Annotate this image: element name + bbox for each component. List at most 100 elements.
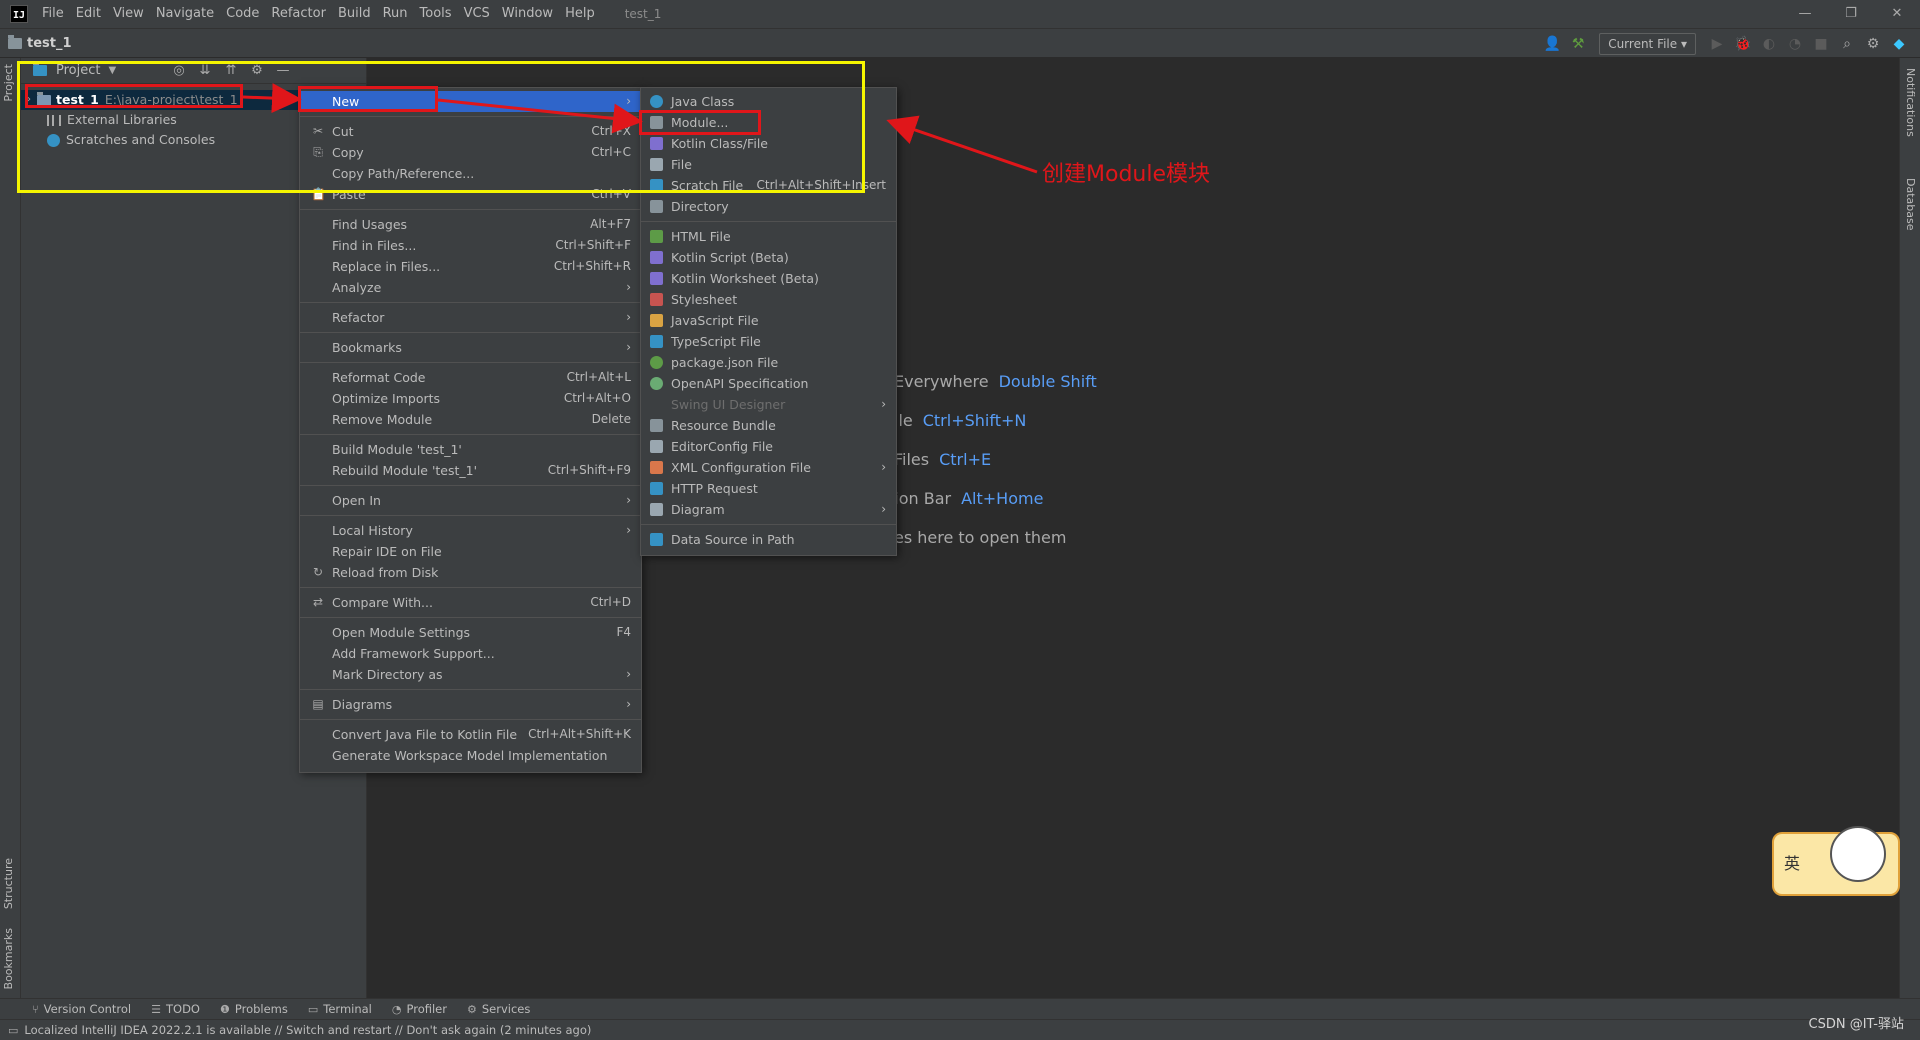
new-menu-item-data-source-in-path[interactable]: Data Source in Path — [641, 529, 896, 550]
tool-window-version-control[interactable]: ⑂ Version Control — [32, 1002, 131, 1016]
context-menu-item-build-module-test-1[interactable]: Build Module 'test_1' — [300, 439, 641, 460]
context-menu-item-convert-java-file-to-kotlin-file[interactable]: Convert Java File to Kotlin File Ctrl+Alt… — [300, 724, 641, 745]
ime-sticker-widget[interactable]: 英 — [1772, 826, 1900, 896]
new-menu-item-openapi-specification[interactable]: OpenAPI Specification — [641, 373, 896, 394]
context-menu-item-refactor[interactable]: Refactor › — [300, 307, 641, 328]
context-menu-item-repair-ide-on-file[interactable]: Repair IDE on File — [300, 541, 641, 562]
menu-code[interactable]: Code — [220, 0, 265, 28]
context-menu-item-compare-with[interactable]: ⇄ Compare With... Ctrl+D — [300, 592, 641, 613]
context-menu-item-diagrams[interactable]: ▤ Diagrams › — [300, 694, 641, 715]
kotlin-worksheet-beta-file-icon — [650, 272, 663, 285]
new-menu-item-diagram[interactable]: Diagram › — [641, 499, 896, 520]
context-menu-item-add-framework-support[interactable]: Add Framework Support... — [300, 643, 641, 664]
context-menu-item-generate-workspace-model-implementation[interactable]: Generate Workspace Model Implementation — [300, 745, 641, 766]
build-hammer-icon[interactable]: ⚒ — [1567, 33, 1589, 55]
menu-build[interactable]: Build — [332, 0, 377, 28]
new-menu-item-editorconfig-file[interactable]: EditorConfig File — [641, 436, 896, 457]
context-menu-item-reformat-code[interactable]: Reformat Code Ctrl+Alt+L — [300, 367, 641, 388]
tool-window-profiler[interactable]: ◔ Profiler — [392, 1002, 447, 1016]
settings-gear-icon[interactable]: ⚙ — [1862, 33, 1884, 55]
ime-mode-label: 英 — [1784, 854, 1801, 873]
new-menu-item-html-file[interactable]: HTML File — [641, 226, 896, 247]
directory-file-icon — [650, 200, 663, 213]
menu-run[interactable]: Run — [377, 0, 414, 28]
tool-window-problems[interactable]: ❶ Problems — [220, 1002, 288, 1016]
highlight-box-new-item — [298, 86, 438, 112]
stylesheet-file-icon — [650, 293, 663, 306]
new-menu-item-xml-configuration-file[interactable]: XML Configuration File › — [641, 457, 896, 478]
menu-help[interactable]: Help — [559, 0, 601, 28]
project-tool-tab[interactable]: Project — [2, 64, 15, 102]
tool-window-terminal[interactable]: ▭ Terminal — [308, 1002, 372, 1016]
new-menu-item-http-request[interactable]: HTTP Request — [641, 478, 896, 499]
database-tool-tab[interactable]: Database — [1904, 178, 1917, 231]
context-menu-item-analyze[interactable]: Analyze › — [300, 277, 641, 298]
context-menu-item-reload-from-disk[interactable]: ↻ Reload from Disk — [300, 562, 641, 583]
structure-tool-tab[interactable]: Structure — [2, 858, 15, 909]
menu-item-label: Reformat Code — [332, 370, 426, 385]
context-menu-item-bookmarks[interactable]: Bookmarks › — [300, 337, 641, 358]
new-menu-item-stylesheet[interactable]: Stylesheet — [641, 289, 896, 310]
kotlin-script-beta-file-icon — [650, 251, 663, 264]
notification-icon[interactable]: ▭ — [8, 1024, 18, 1037]
notifications-tool-tab[interactable]: Notifications — [1904, 68, 1917, 137]
close-window-button[interactable]: ✕ — [1874, 0, 1920, 28]
bookmarks-tool-tab[interactable]: Bookmarks — [2, 928, 15, 989]
new-menu-item-kotlin-script-beta[interactable]: Kotlin Script (Beta) — [641, 247, 896, 268]
menu-edit[interactable]: Edit — [70, 0, 107, 28]
new-menu-item-directory[interactable]: Directory — [641, 196, 896, 217]
stop-icon[interactable]: ■ — [1810, 33, 1832, 55]
context-menu-item-remove-module[interactable]: Remove Module Delete — [300, 409, 641, 430]
menu-item-label: Find in Files... — [332, 238, 417, 253]
context-menu-item-open-module-settings[interactable]: Open Module Settings F4 — [300, 622, 641, 643]
run-icon[interactable]: ▶ — [1706, 33, 1728, 55]
menu-item-shortcut: Ctrl+Shift+F — [555, 238, 631, 252]
user-icon[interactable]: 👤 — [1541, 33, 1563, 55]
new-menu-item-kotlin-worksheet-beta[interactable]: Kotlin Worksheet (Beta) — [641, 268, 896, 289]
context-menu-item-mark-directory-as[interactable]: Mark Directory as › — [300, 664, 641, 685]
new-menu-item-typescript-file[interactable]: TypeScript File — [641, 331, 896, 352]
menu-item-label: Diagrams — [332, 697, 393, 712]
breadcrumb-project[interactable]: test_1 — [8, 34, 72, 51]
tool-window-todo[interactable]: ☰ TODO — [151, 1002, 200, 1016]
context-menu-item-local-history[interactable]: Local History › — [300, 520, 641, 541]
new-menu-item-resource-bundle[interactable]: Resource Bundle — [641, 415, 896, 436]
context-menu-item-optimize-imports[interactable]: Optimize Imports Ctrl+Alt+O — [300, 388, 641, 409]
openapi-specification-file-icon — [650, 377, 663, 390]
new-menu-item-package-json-file[interactable]: package.json File — [641, 352, 896, 373]
debug-icon[interactable]: 🐞 — [1732, 33, 1754, 55]
submenu-arrow-icon: › — [626, 697, 631, 711]
submenu-arrow-icon: › — [626, 493, 631, 507]
jetbrains-toolbox-icon[interactable]: ◆ — [1888, 33, 1910, 55]
new-menu-item-javascript-file[interactable]: JavaScript File — [641, 310, 896, 331]
coverage-icon[interactable]: ◐ — [1758, 33, 1780, 55]
context-menu-item-replace-in-files[interactable]: Replace in Files... Ctrl+Shift+R — [300, 256, 641, 277]
menu-item-label: Repair IDE on File — [332, 544, 442, 559]
minimize-button[interactable]: — — [1782, 0, 1828, 28]
submenu-arrow-icon: › — [626, 280, 631, 294]
menu-refactor[interactable]: Refactor — [265, 0, 332, 28]
menu-vcs[interactable]: VCS — [458, 0, 496, 28]
context-menu-item-open-in[interactable]: Open In › — [300, 490, 641, 511]
compare-with-icon: ⇄ — [312, 595, 324, 609]
status-message[interactable]: Localized IntelliJ IDEA 2022.2.1 is avai… — [24, 1023, 591, 1037]
tool-window-label: TODO — [166, 1002, 200, 1016]
context-menu-item-find-in-files[interactable]: Find in Files... Ctrl+Shift+F — [300, 235, 641, 256]
search-icon[interactable]: ⌕ — [1836, 33, 1858, 55]
restore-button[interactable]: ❐ — [1828, 0, 1874, 28]
menu-window[interactable]: Window — [496, 0, 559, 28]
menu-item-label: Data Source in Path — [671, 532, 795, 547]
run-configuration-select[interactable]: Current File ▾ — [1599, 33, 1696, 55]
profile-icon[interactable]: ◔ — [1784, 33, 1806, 55]
menu-file[interactable]: File — [36, 0, 70, 28]
context-menu-item-rebuild-module-test-1[interactable]: Rebuild Module 'test_1' Ctrl+Shift+F9 — [300, 460, 641, 481]
menu-item-label: Open In — [332, 493, 381, 508]
context-menu-item-find-usages[interactable]: Find Usages Alt+F7 — [300, 214, 641, 235]
menu-tools[interactable]: Tools — [414, 0, 458, 28]
menu-view[interactable]: View — [107, 0, 150, 28]
tool-window-services[interactable]: ⚙ Services — [467, 1002, 530, 1016]
menu-item-shortcut: Ctrl+Alt+L — [566, 370, 631, 384]
submenu-arrow-icon: › — [626, 340, 631, 354]
menu-navigate[interactable]: Navigate — [150, 0, 220, 28]
menu-item-label: Open Module Settings — [332, 625, 471, 640]
